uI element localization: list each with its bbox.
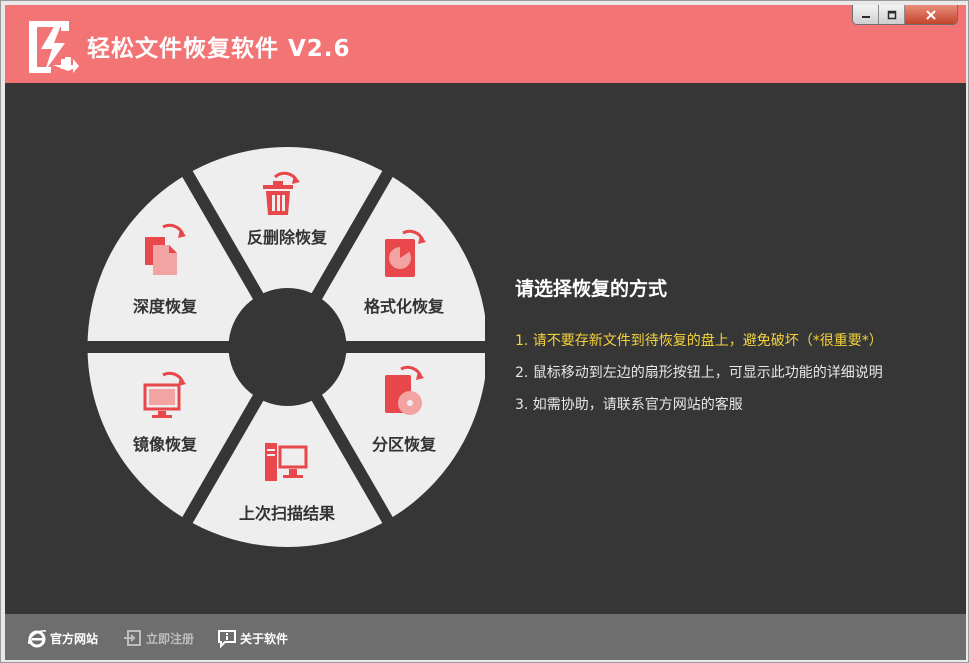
official-website-link[interactable]: 官方网站 (27, 628, 98, 648)
minimize-button[interactable] (853, 5, 879, 24)
segment-label-last-scan: 上次扫描结果 (238, 504, 336, 523)
about-software-link[interactable]: 关于软件 (217, 628, 288, 648)
about-software-label: 关于软件 (240, 631, 289, 646)
segment-label-partition: 分区恢复 (371, 435, 437, 454)
window-controls (852, 5, 958, 25)
ie-icon (28, 630, 47, 648)
maximize-icon (887, 10, 896, 19)
segment-label-deep: 深度恢复 (132, 297, 198, 316)
segment-label-image: 镜像恢复 (132, 435, 198, 454)
minimize-icon (861, 15, 870, 18)
recovery-wheel (87, 147, 485, 547)
register-label: 立即注册 (146, 631, 195, 646)
close-button[interactable] (905, 5, 957, 24)
info-icon (218, 630, 236, 648)
register-link[interactable]: 立即注册 (123, 628, 194, 648)
title-bar[interactable]: 轻松文件恢复软件 V2.6 (5, 5, 966, 83)
info-title: 请选择恢复的方式 (515, 278, 668, 300)
segment-label-format: 格式化恢复 (363, 297, 445, 316)
segment-label-undelete: 反删除恢复 (246, 228, 328, 247)
main-content: 反删除恢复 格式化恢复 分区恢复 上次扫描结果 镜像恢复 深度恢复 请选择恢复的… (5, 83, 966, 614)
info-line-3: 3. 如需协助，请联系官方网站的客服 (515, 397, 743, 413)
footer-bar: 官方网站 立即注册 关于软件 (5, 614, 966, 660)
close-icon (926, 9, 936, 20)
official-website-label: 官方网站 (50, 631, 99, 646)
app-title: 轻松文件恢复软件 V2.6 (87, 36, 351, 62)
app-window: 轻松文件恢复软件 V2.6 反删除恢复 格式化恢复 分区恢复 上次扫描结果 镜像… (0, 0, 969, 663)
info-line-1: 1. 请不要存新文件到待恢复的盘上，避免破坏（*很重要*） (515, 333, 883, 349)
maximize-button[interactable] (879, 5, 905, 24)
register-icon (124, 630, 141, 646)
info-line-2: 2. 鼠标移动到左边的扇形按钮上，可显示此功能的详细说明 (515, 365, 883, 381)
app-logo-icon (29, 21, 79, 73)
wheel-center (228, 288, 347, 406)
